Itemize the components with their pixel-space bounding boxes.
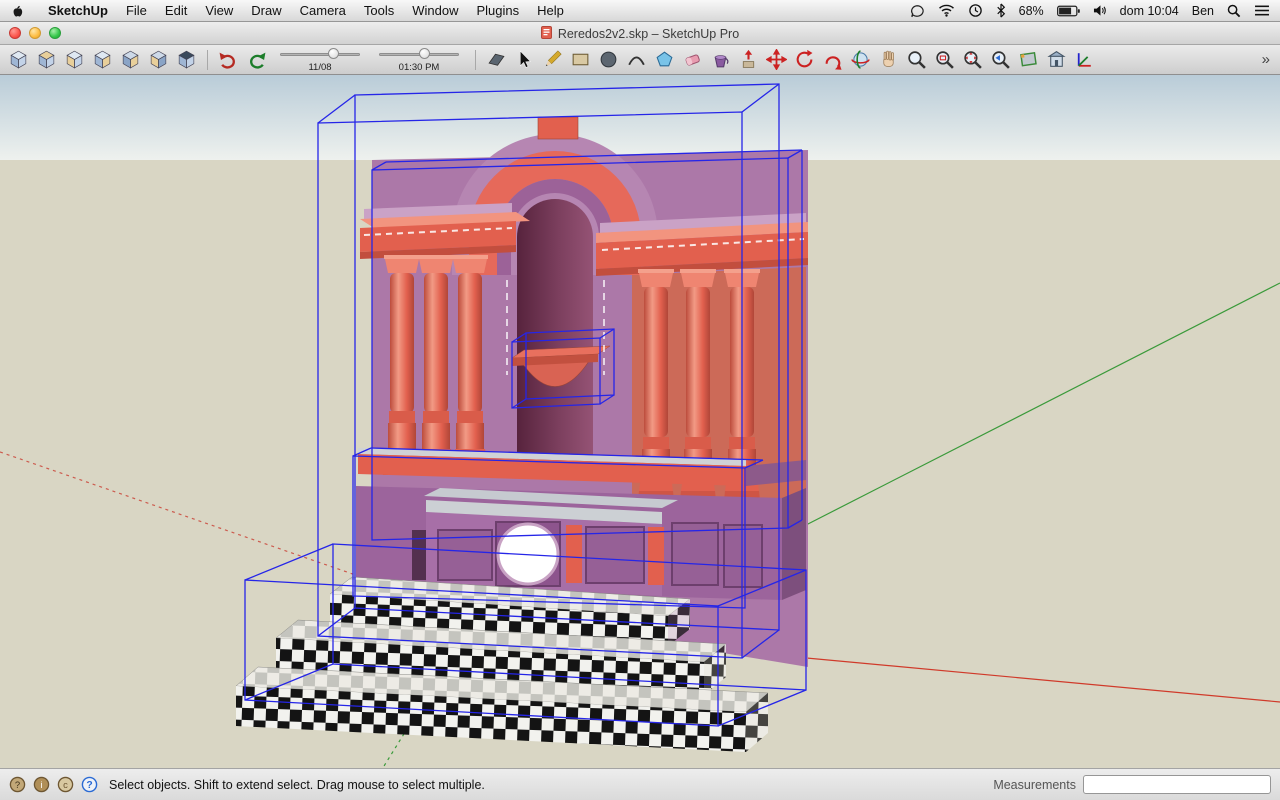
apple-menu-icon[interactable] — [10, 3, 25, 19]
bottom-view-button[interactable] — [174, 47, 199, 72]
help-icon[interactable]: ? — [81, 776, 98, 793]
get-models-button[interactable] — [1044, 47, 1069, 72]
left-columns — [383, 255, 489, 475]
eraser-tool-button[interactable] — [680, 47, 705, 72]
zoom-window-button[interactable] — [932, 47, 957, 72]
shadow-date-slider[interactable]: 11/08 — [276, 46, 364, 73]
back-view-button[interactable] — [118, 47, 143, 72]
window-title-bar[interactable]: Reredos2v2.skp – SketchUp Pro — [0, 22, 1280, 45]
geolocation-icon[interactable]: ? — [9, 776, 26, 793]
previous-view-button[interactable] — [988, 47, 1013, 72]
line-tool-button[interactable] — [540, 47, 565, 72]
battery-percent: 68% — [1018, 3, 1044, 18]
svg-text:?: ? — [86, 780, 92, 791]
status-bar: ? i c ? Select objects. Shift to extend … — [0, 768, 1280, 800]
circle-tool-button[interactable] — [596, 47, 621, 72]
paint-bucket-button[interactable] — [708, 47, 733, 72]
document-proxy-icon — [540, 25, 552, 42]
shadow-date-label: 11/08 — [308, 62, 332, 73]
shadow-time-slider[interactable]: 01:30 PM — [375, 46, 463, 73]
toolbar-overflow-chevron[interactable]: » — [1262, 51, 1274, 68]
toolbar-separator — [207, 49, 208, 70]
pan-tool-button[interactable] — [876, 47, 901, 72]
menu-help[interactable]: Help — [528, 0, 573, 22]
push-pull-button[interactable] — [736, 47, 761, 72]
select-button[interactable] — [512, 47, 537, 72]
undo-button[interactable] — [216, 47, 241, 72]
menubar-user[interactable]: Ben — [1192, 4, 1214, 18]
shadow-time-knob[interactable] — [419, 48, 430, 59]
claim-icon[interactable]: c — [57, 776, 74, 793]
menu-file[interactable]: File — [117, 0, 156, 22]
volume-icon[interactable] — [1093, 4, 1107, 17]
zoom-extents-button[interactable] — [960, 47, 985, 72]
svg-text:c: c — [63, 780, 68, 791]
menu-tools[interactable]: Tools — [355, 0, 403, 22]
menu-window[interactable]: Window — [403, 0, 467, 22]
viewport-canvas[interactable] — [0, 75, 1280, 768]
time-machine-icon[interactable] — [968, 3, 983, 18]
menu-bar: SketchUp File Edit View Draw Camera Tool… — [0, 0, 1280, 22]
spotlight-icon[interactable] — [1227, 4, 1241, 18]
rotate-tool-button[interactable] — [792, 47, 817, 72]
viewport[interactable] — [0, 75, 1280, 768]
window-title: Reredos2v2.skp – SketchUp Pro — [557, 26, 740, 41]
make-component-button[interactable] — [484, 47, 509, 72]
notification-icon[interactable] — [909, 4, 925, 18]
left-view-button[interactable] — [146, 47, 171, 72]
svg-text:i: i — [40, 780, 42, 791]
svg-text:?: ? — [15, 780, 20, 791]
redo-button[interactable] — [244, 47, 269, 72]
toolbar-separator — [475, 49, 476, 70]
menu-camera[interactable]: Camera — [291, 0, 355, 22]
bluetooth-icon[interactable] — [996, 3, 1006, 18]
arc-tool-button[interactable] — [624, 47, 649, 72]
follow-me-button[interactable] — [820, 47, 845, 72]
status-hint: Select objects. Shift to extend select. … — [109, 777, 485, 792]
menu-draw[interactable]: Draw — [242, 0, 290, 22]
polygon-tool-button[interactable] — [652, 47, 677, 72]
battery-icon[interactable] — [1056, 5, 1080, 17]
move-tool-button[interactable] — [764, 47, 789, 72]
screen: SketchUp File Edit View Draw Camera Tool… — [0, 0, 1280, 800]
measurements-input[interactable] — [1083, 775, 1271, 794]
section-plane-button[interactable] — [1016, 47, 1041, 72]
menu-app[interactable]: SketchUp — [39, 0, 117, 22]
shadow-date-track[interactable] — [280, 53, 360, 56]
zoom-tool-button[interactable] — [904, 47, 929, 72]
menubar-clock[interactable]: dom 10:04 — [1120, 4, 1179, 18]
shadow-date-knob[interactable] — [328, 48, 339, 59]
menu-plugins[interactable]: Plugins — [467, 0, 528, 22]
orbit-tool-button[interactable] — [848, 47, 873, 72]
iso-view-button[interactable] — [6, 47, 31, 72]
notification-center-icon[interactable] — [1254, 4, 1270, 17]
rectangle-tool-button[interactable] — [568, 47, 593, 72]
axes-tool-button[interactable] — [1072, 47, 1097, 72]
wifi-icon[interactable] — [938, 4, 955, 17]
menu-edit[interactable]: Edit — [156, 0, 196, 22]
menu-view[interactable]: View — [196, 0, 242, 22]
right-view-button[interactable] — [90, 47, 115, 72]
shadow-time-label: 01:30 PM — [398, 62, 440, 73]
top-view-button[interactable] — [34, 47, 59, 72]
front-view-button[interactable] — [62, 47, 87, 72]
credits-icon[interactable]: i — [33, 776, 50, 793]
measurements-label: Measurements — [993, 777, 1076, 792]
toolbar: 11/08 01:30 PM » — [0, 45, 1280, 75]
